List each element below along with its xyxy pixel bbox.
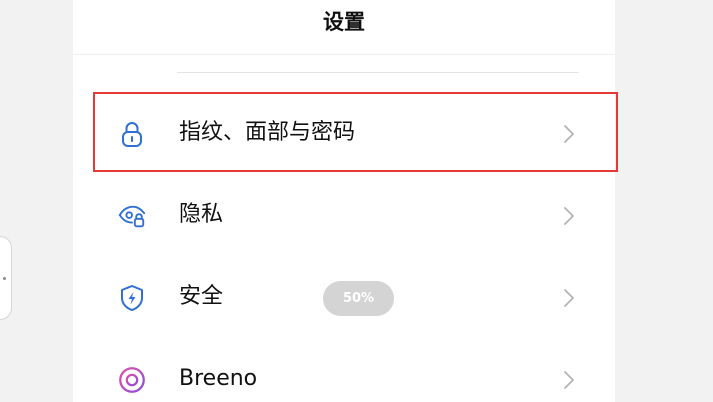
settings-item-label: 安全 (179, 284, 224, 309)
divider (177, 72, 579, 73)
chevron-right-icon (561, 205, 577, 227)
chevron-right-icon (561, 287, 577, 309)
settings-item-breeno[interactable]: Breeno (73, 339, 615, 402)
settings-item-label: 隐私 (179, 202, 224, 227)
chevron-right-icon (561, 123, 577, 145)
settings-item-label: Breeno (179, 366, 258, 391)
breeno-ring-icon (117, 365, 147, 395)
privacy-eye-icon (117, 201, 147, 231)
settings-screen: 设置 指纹、面部与密码 隐私 安全 50% Breeno (73, 0, 615, 402)
screenshot-stage: 设置 指纹、面部与密码 隐私 安全 50% Breeno (0, 0, 713, 402)
page-title: 设置 (323, 10, 365, 34)
settings-item-privacy[interactable]: 隐私 (73, 175, 615, 255)
handle-dot (3, 277, 6, 280)
security-score-badge: 50% (323, 281, 394, 316)
settings-item-label: 指纹、面部与密码 (179, 120, 356, 145)
side-panel-handle[interactable] (0, 236, 12, 320)
lock-icon (117, 119, 147, 149)
settings-item-security[interactable]: 安全 50% (73, 257, 615, 337)
top-bar: 设置 (73, 0, 615, 55)
settings-item-fingerprint-face-password[interactable]: 指纹、面部与密码 (73, 93, 615, 173)
shield-bolt-icon (117, 283, 147, 313)
chevron-right-icon (561, 369, 577, 391)
